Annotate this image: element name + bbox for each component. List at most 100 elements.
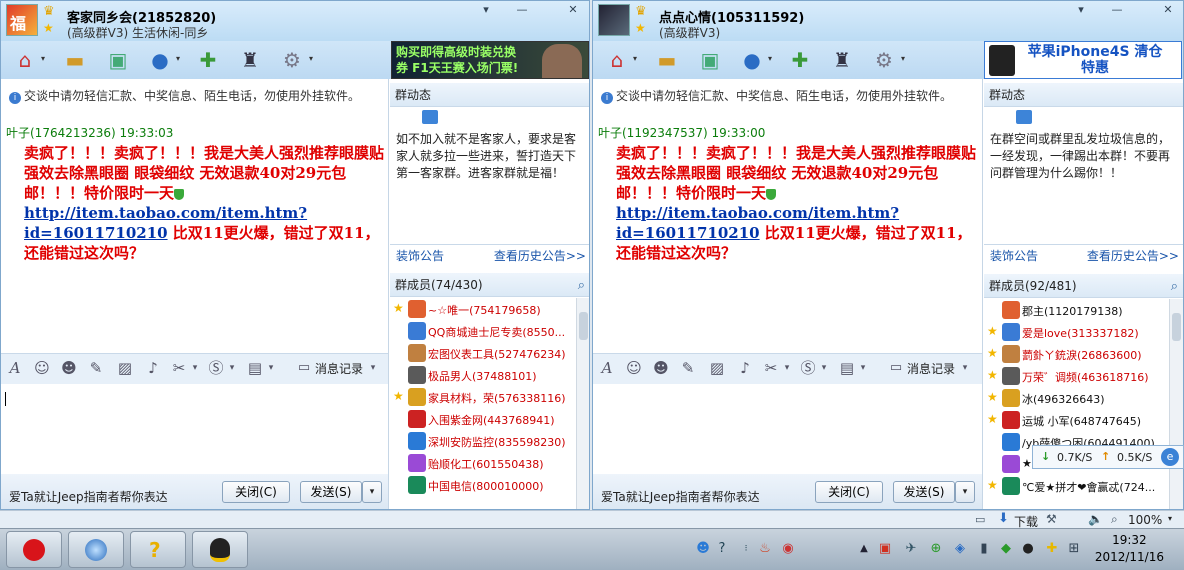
taskbar-opera[interactable] (6, 531, 62, 568)
group-avatar[interactable] (598, 4, 630, 36)
message-history-button[interactable]: 消息记录 (315, 360, 363, 377)
send-button[interactable]: 发送(S) (893, 481, 955, 503)
speed-meter-icon[interactable]: e (1161, 448, 1179, 466)
music-icon[interactable]: ♪ (735, 358, 755, 378)
message-sender[interactable]: 叶子(1192347537) 19:33:00 (598, 124, 765, 141)
member-row[interactable]: ★ ℃爱★拼才❤會赢忒(724... (984, 475, 1169, 497)
chevron-down-icon[interactable]: ▾ (814, 358, 834, 378)
scrollbar-thumb[interactable] (579, 312, 588, 340)
admin-icon[interactable]: ♜ (828, 46, 856, 74)
search-icon[interactable]: ⌕ (1171, 279, 1178, 294)
member-avatar[interactable] (1002, 389, 1020, 407)
member-row[interactable]: ★ 藅釙ㄚ銃淚(26863600) (984, 343, 1169, 365)
chevron-down-icon[interactable]: ▾ (633, 54, 637, 63)
clock[interactable]: 19:32 2012/11/16 (1095, 532, 1164, 566)
gear-icon[interactable]: ⚙ (870, 46, 898, 74)
chevron-down-icon[interactable]: ▾ (41, 54, 45, 63)
member-row[interactable]: ★ 运城 小军(648747645) (984, 409, 1169, 431)
photo-album-icon[interactable]: ▣ (104, 46, 132, 74)
member-scrollbar[interactable] (576, 298, 589, 509)
help-icon[interactable]: ? (714, 541, 730, 557)
group-home-icon[interactable]: ⌂ (11, 46, 39, 74)
member-avatar[interactable] (408, 366, 426, 384)
close-window-button[interactable]: ✕ (1156, 2, 1180, 18)
member-row[interactable]: QQ商城迪士尼专卖(8550... (390, 320, 576, 342)
group-avatar[interactable]: 福 (6, 4, 38, 36)
ad-banner[interactable]: 购买即得高级时装兑换券 F1天王赛入场门票! (391, 41, 589, 79)
microphone-icon[interactable]: ● (146, 46, 174, 74)
promo-tip-link[interactable]: 爱Ta就让Jeep指南者帮你表达 (9, 488, 168, 505)
zoom-icon[interactable]: ⌕ (1111, 512, 1118, 527)
member-avatar[interactable] (1002, 367, 1020, 385)
ad-banner[interactable]: 苹果iPhone4S 清仓特惠 (984, 41, 1182, 79)
message-input[interactable] (593, 384, 982, 474)
title-bar[interactable]: ♛ ★ 点点心情(105311592) (高级群V3) ▾ — ✕ (593, 1, 1183, 41)
close-window-button[interactable]: ✕ (561, 2, 585, 18)
member-avatar[interactable] (408, 344, 426, 362)
group-home-icon[interactable]: ⌂ (603, 46, 631, 74)
message-sender[interactable]: 叶子(1764213236) 19:33:03 (6, 124, 173, 141)
security-icon[interactable]: ◈ (952, 541, 968, 557)
chevron-down-icon[interactable]: ▾ (901, 54, 905, 63)
folder-icon[interactable]: ▬ (61, 46, 89, 74)
app-tray-icon[interactable]: ◉ (780, 541, 796, 557)
minimize-button[interactable]: — (510, 2, 534, 18)
scrollbar-thumb[interactable] (1172, 313, 1181, 341)
chevron-down-icon[interactable]: ▾ (309, 54, 313, 63)
music-icon[interactable]: ♪ (143, 358, 163, 378)
chevron-down-icon[interactable]: ▾ (955, 358, 975, 378)
member-row[interactable]: 极品男人(37488101) (390, 364, 576, 386)
add-icon[interactable]: ✚ (1044, 541, 1060, 557)
title-bar[interactable]: 福 ♛ ★ 客家同乡会(21852820) (高级群V3) 生活休闲-同乡 ▾ … (1, 1, 589, 41)
member-row[interactable]: ★ 爱是love(313337182) (984, 321, 1169, 343)
member-avatar[interactable] (1002, 433, 1020, 451)
taskbar-qq[interactable] (192, 531, 248, 568)
member-avatar[interactable] (408, 454, 426, 472)
member-avatar[interactable] (1002, 323, 1020, 341)
member-avatar[interactable] (1002, 411, 1020, 429)
member-row[interactable]: 入围紫金网(443768941) (390, 408, 576, 430)
member-row[interactable]: 郡主(1120179138) (984, 299, 1169, 321)
member-row[interactable]: 深圳安防监控(835598230) (390, 430, 576, 452)
fit-icon[interactable]: ▭ (975, 513, 985, 526)
history-notice-link[interactable]: 查看历史公告>> (494, 245, 586, 267)
gear-icon[interactable]: ⚙ (278, 46, 306, 74)
qq-tray-icon[interactable]: ● (1020, 541, 1036, 557)
member-row[interactable]: 中国电信(800010000) (390, 474, 576, 496)
font-icon[interactable]: A (5, 358, 25, 378)
add-app-icon[interactable]: ✚ (786, 46, 814, 74)
chevron-down-icon[interactable]: ▾ (176, 54, 180, 63)
promo-tip-link[interactable]: 爱Ta就让Jeep指南者帮你表达 (601, 488, 760, 505)
minimize-button[interactable]: — (1105, 2, 1129, 18)
chevron-down-icon[interactable]: ▾ (1168, 514, 1172, 523)
signal-icon[interactable]: ▮ (976, 541, 992, 557)
download-arrow-icon[interactable]: ⬇ (998, 511, 1009, 526)
member-avatar[interactable] (1002, 477, 1020, 495)
magic-emoji-icon[interactable]: ☻ (59, 358, 79, 378)
settings-dropdown-icon[interactable]: ▾ (1069, 2, 1093, 18)
history-icon[interactable]: ▭ (886, 358, 906, 378)
doodle-icon[interactable]: ✎ (678, 358, 698, 378)
speaker-icon[interactable] (1016, 110, 1032, 124)
doodle-icon[interactable]: ✎ (86, 358, 106, 378)
people-icon[interactable]: ☻ (695, 541, 711, 557)
chevron-down-icon[interactable]: ▾ (185, 358, 205, 378)
taskbar-help[interactable]: ? (130, 531, 186, 568)
history-icon[interactable]: ▭ (294, 358, 314, 378)
decorate-notice-link[interactable]: 装饰公告 (990, 245, 1038, 267)
network-icon[interactable]: ⊞ (1066, 541, 1082, 557)
history-notice-link[interactable]: 查看历史公告>> (1087, 245, 1179, 267)
member-row[interactable]: ★ 万荣゛调频(463618716) (984, 365, 1169, 387)
chevron-up-icon[interactable]: ▲ (856, 541, 872, 557)
member-avatar[interactable] (1002, 455, 1020, 473)
zoom-level[interactable]: 100% (1128, 513, 1162, 527)
member-avatar[interactable] (408, 388, 426, 406)
member-avatar[interactable] (408, 410, 426, 428)
member-avatar[interactable] (408, 300, 426, 318)
volume-icon[interactable]: 🔈 (1088, 512, 1103, 526)
member-avatar[interactable] (408, 476, 426, 494)
member-row[interactable]: 宏图仪表工具(527476234) (390, 342, 576, 364)
taskbar-browser[interactable] (68, 531, 124, 568)
chevron-down-icon[interactable]: ▾ (853, 358, 873, 378)
message-input[interactable] (1, 384, 388, 474)
